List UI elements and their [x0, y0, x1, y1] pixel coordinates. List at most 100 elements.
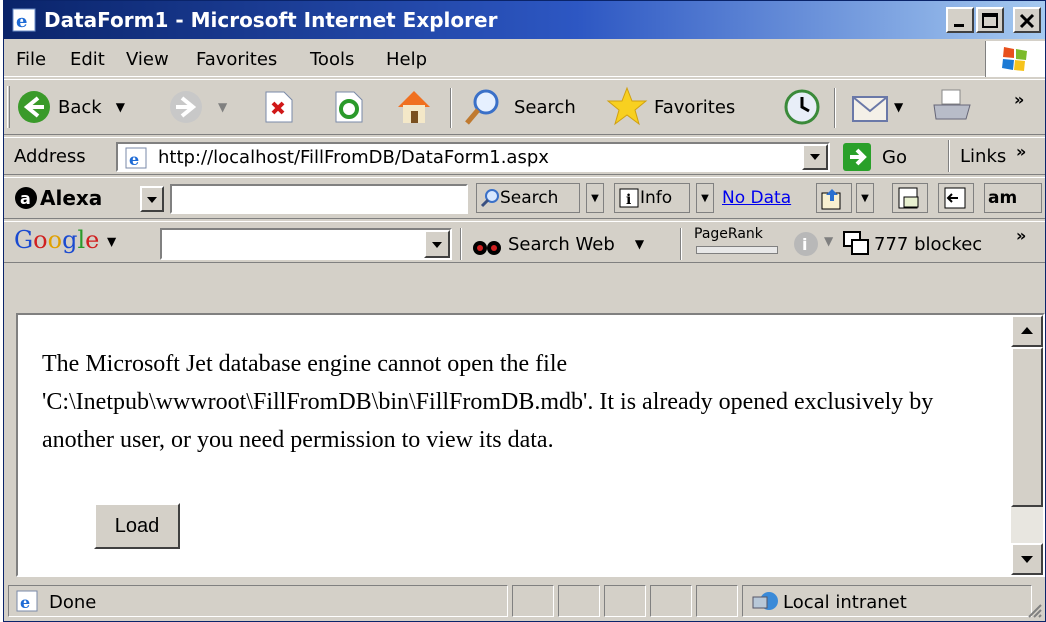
menu-file[interactable]: File	[16, 49, 46, 70]
alexa-a-icon: a	[15, 187, 37, 209]
svg-text:i: i	[626, 192, 631, 208]
alexa-upload-dropdown[interactable]: ▼	[856, 183, 874, 213]
printer-icon	[933, 89, 971, 120]
stop-icon	[265, 91, 293, 123]
ie-logo-icon: e	[12, 8, 36, 32]
dropdown-arrow-icon	[432, 242, 442, 248]
address-bar: Address e http://localhost/FillFromDB/Da…	[4, 137, 1045, 175]
back-label: Back	[58, 96, 102, 118]
window-title: DataForm1 - Microsoft Internet Explorer	[44, 8, 498, 32]
page-content: The Microsoft Jet database engine cannot…	[16, 313, 1045, 577]
pagerank-indicator[interactable]: PageRank	[692, 226, 784, 260]
search-button[interactable]: Search	[462, 80, 576, 134]
links-chevron[interactable]: »	[1016, 142, 1026, 161]
forward-button[interactable]: ▼	[168, 80, 227, 134]
menu-tools[interactable]: Tools	[310, 49, 354, 70]
history-button[interactable]	[782, 80, 822, 134]
minimize-icon	[954, 24, 964, 27]
scroll-thumb[interactable]	[1011, 347, 1043, 507]
info-circle-icon[interactable]: i	[792, 230, 820, 258]
search-web-button[interactable]: Search Web ▼	[472, 228, 644, 260]
google-letter: G	[14, 226, 34, 254]
alexa-search-dropdown[interactable]: ▼	[586, 183, 604, 213]
alexa-upload-button[interactable]	[816, 183, 852, 213]
popups-blocked-label: 777 blockec	[874, 233, 983, 255]
alexa-search-button[interactable]: Search	[476, 183, 580, 213]
alexa-info-button[interactable]: i Info	[614, 183, 690, 213]
browser-window: e DataForm1 - Microsoft Internet Explore…	[3, 0, 1046, 622]
toolbar-grip[interactable]	[7, 86, 10, 128]
svg-text:a: a	[20, 189, 31, 208]
dropdown-arrow-icon	[147, 197, 157, 203]
mail-button[interactable]: ▼	[850, 80, 903, 134]
google-menu-dropdown-icon[interactable]: ▼	[107, 235, 116, 249]
menu-help[interactable]: Help	[386, 49, 427, 70]
forward-dropdown-icon[interactable]: ▼	[218, 100, 227, 114]
address-input[interactable]: e http://localhost/FillFromDB/DataForm1.…	[116, 142, 830, 172]
menu-favorites[interactable]: Favorites	[196, 49, 277, 70]
go-button[interactable]: Go	[842, 141, 907, 173]
alexa-info-dropdown[interactable]: ▼	[696, 183, 714, 213]
menu-edit[interactable]: Edit	[70, 49, 105, 70]
google-search-dropdown[interactable]	[424, 230, 450, 258]
stop-button[interactable]	[262, 80, 294, 134]
home-button[interactable]	[394, 80, 434, 134]
google-chevron[interactable]: »	[1016, 226, 1026, 245]
menu-bar: File Edit View Favorites Tools Help	[4, 41, 1045, 77]
search-web-dropdown-icon[interactable]: ▼	[635, 237, 644, 251]
google-separator	[680, 228, 682, 260]
alexa-search-input[interactable]	[170, 184, 468, 214]
favorites-button[interactable]: Favorites	[606, 80, 735, 134]
mail-dropdown-icon[interactable]: ▼	[894, 100, 903, 114]
alexa-back-button[interactable]	[938, 183, 974, 213]
mail-envelope-icon	[852, 96, 888, 122]
google-letter: o	[33, 226, 48, 254]
share-arrow-icon	[821, 189, 841, 210]
back-dropdown-icon[interactable]: ▼	[116, 100, 125, 114]
scroll-down-button[interactable]	[1011, 543, 1043, 575]
google-letter: l	[77, 226, 86, 254]
page-icon: e	[125, 147, 147, 169]
maximize-button[interactable]	[976, 7, 1004, 33]
alexa-brand: Alexa	[40, 186, 103, 210]
back-page-icon	[944, 187, 966, 209]
google-logo[interactable]: Google ▼	[14, 226, 116, 254]
title-bar[interactable]: e DataForm1 - Microsoft Internet Explore…	[4, 1, 1045, 39]
alexa-search-label: Search	[500, 188, 559, 208]
toolbar-separator	[450, 88, 452, 128]
no-data-link[interactable]: No Data	[722, 188, 791, 208]
refresh-button[interactable]	[332, 80, 364, 134]
address-dropdown-button[interactable]	[802, 144, 828, 170]
alexa-page-button[interactable]	[892, 183, 928, 213]
alexa-logo[interactable]: a Alexa	[14, 183, 102, 213]
load-button[interactable]: Load	[94, 503, 180, 549]
pagerank-bar	[696, 246, 778, 254]
search-web-label: Search Web	[508, 233, 615, 255]
page-image-icon	[898, 187, 919, 209]
home-icon	[398, 91, 430, 123]
toolbar-chevron[interactable]: »	[1014, 90, 1024, 109]
menu-view[interactable]: View	[126, 49, 169, 70]
go-arrow-icon	[843, 143, 871, 171]
resize-grip-icon[interactable]	[1025, 601, 1043, 619]
info-dropdown-icon[interactable]: ▼	[824, 234, 833, 248]
popup-blocker[interactable]: 777 blockec	[842, 228, 982, 260]
vertical-scrollbar[interactable]	[1011, 315, 1043, 575]
status-text: Done	[49, 592, 97, 613]
search-label: Search	[514, 96, 576, 118]
page-status-icon: e	[16, 590, 38, 612]
svg-text:e: e	[20, 593, 30, 612]
minimize-button[interactable]	[946, 7, 974, 33]
back-button[interactable]: Back ▼	[16, 80, 125, 134]
links-label[interactable]: Links	[960, 146, 1006, 167]
print-button[interactable]	[930, 80, 974, 134]
favorites-star-icon	[606, 86, 648, 126]
address-url: http://localhost/FillFromDB/DataForm1.as…	[158, 147, 549, 168]
close-button[interactable]	[1013, 7, 1041, 33]
alexa-menu-button[interactable]	[140, 186, 164, 212]
status-panel	[512, 585, 554, 617]
scroll-up-button[interactable]	[1011, 315, 1043, 347]
google-search-input[interactable]	[160, 228, 452, 260]
error-message: The Microsoft Jet database engine cannot…	[42, 351, 934, 453]
amazon-button[interactable]: am	[984, 183, 1042, 213]
